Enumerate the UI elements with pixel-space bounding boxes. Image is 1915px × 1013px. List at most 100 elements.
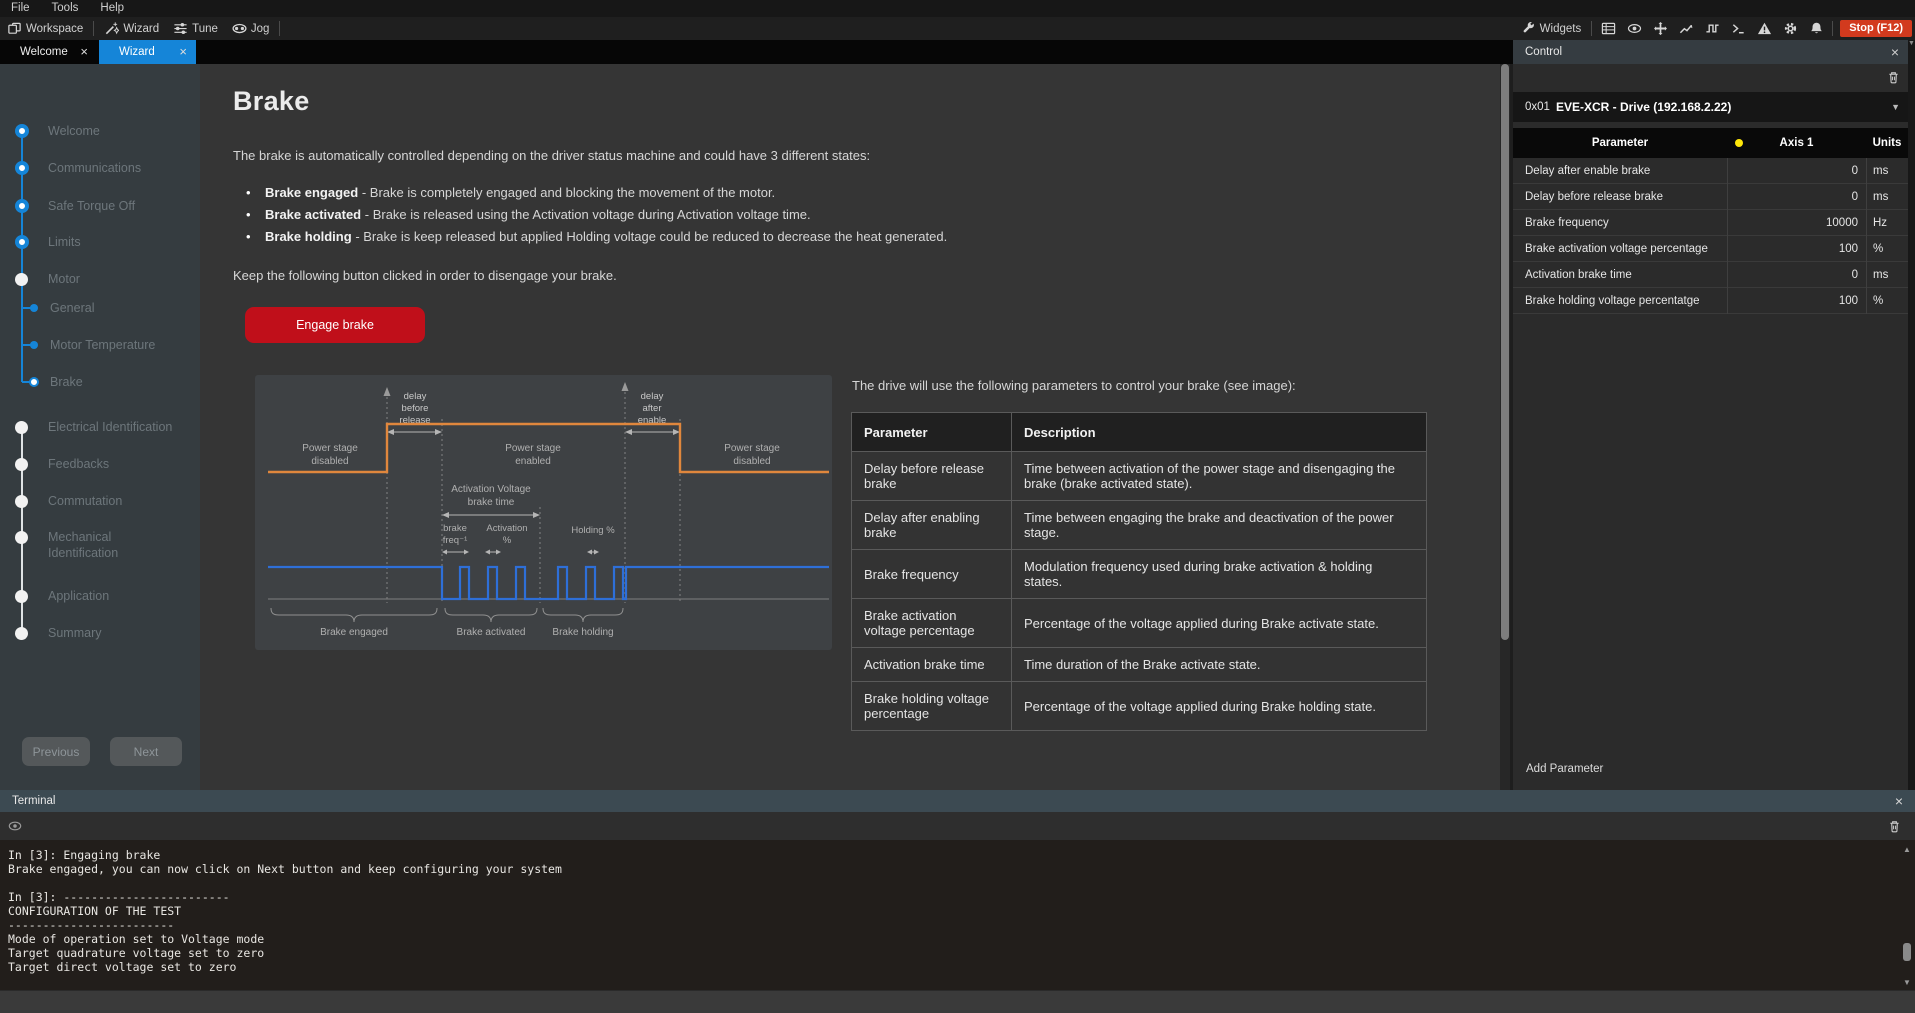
- sidebar-item-application[interactable]: Application: [48, 588, 183, 604]
- param-value[interactable]: 10000: [1727, 210, 1866, 236]
- wizard-steps-sidebar: Welcome Communications Safe Torque Off L…: [0, 64, 200, 790]
- step-dot-commutation[interactable]: [15, 495, 28, 508]
- tune-button[interactable]: Tune: [166, 17, 225, 40]
- param-value[interactable]: 0: [1727, 158, 1866, 184]
- param-name: Delay after enable brake: [1513, 165, 1727, 177]
- step-dot-summary[interactable]: [15, 627, 28, 640]
- eye-icon[interactable]: [8, 820, 22, 832]
- alerts-button[interactable]: [1751, 17, 1777, 40]
- tab-wizard[interactable]: Wizard ×: [99, 40, 196, 64]
- sidebar-item-limits[interactable]: Limits: [48, 234, 183, 250]
- terminal-scrollbar-thumb[interactable]: [1903, 943, 1911, 961]
- menu-tools[interactable]: Tools: [41, 0, 90, 17]
- stop-button[interactable]: Stop (F12): [1840, 20, 1912, 37]
- notifications-button[interactable]: [1803, 17, 1829, 40]
- trash-icon[interactable]: [1888, 819, 1901, 834]
- control-panel-close-icon[interactable]: ×: [1891, 44, 1899, 60]
- add-parameter-button[interactable]: Add Parameter: [1526, 763, 1603, 775]
- sidebar-item-electrical-identification[interactable]: Electrical Identification: [48, 419, 183, 435]
- tab-welcome[interactable]: Welcome ×: [0, 40, 97, 64]
- sidebar-item-summary[interactable]: Summary: [48, 625, 183, 641]
- wrench-icon: [1521, 21, 1536, 36]
- previous-button[interactable]: Previous: [22, 737, 90, 766]
- next-button[interactable]: Next: [110, 737, 182, 766]
- param-value[interactable]: 0: [1727, 262, 1866, 288]
- parameter-row[interactable]: Delay before release brake 0 ms: [1513, 184, 1908, 210]
- parameter-row[interactable]: Brake holding voltage percentatge 100 %: [1513, 288, 1908, 314]
- parameter-row[interactable]: Activation brake time 0 ms: [1513, 262, 1908, 288]
- sidebar-item-welcome[interactable]: Welcome: [48, 123, 183, 139]
- tab-wizard-close-icon[interactable]: ×: [179, 40, 187, 64]
- main-scrollbar[interactable]: [1500, 64, 1510, 790]
- jog-button[interactable]: Jog: [225, 17, 277, 40]
- sidebar-item-communications[interactable]: Communications: [48, 160, 183, 176]
- step-dot-application[interactable]: [15, 590, 28, 603]
- desc-cell: Modulation frequency used during brake a…: [1012, 550, 1427, 599]
- clear-parameters-button[interactable]: [1887, 70, 1900, 88]
- control-panel-header: Control ×: [1513, 40, 1908, 64]
- tab-welcome-close-icon[interactable]: ×: [80, 40, 88, 64]
- step-dot-electrical-identification[interactable]: [15, 421, 28, 434]
- step-dot-communications[interactable]: [15, 161, 29, 175]
- sidebar-item-brake[interactable]: Brake: [50, 374, 185, 390]
- workspace-label: Workspace: [26, 23, 83, 35]
- parameter-row[interactable]: Brake frequency 10000 Hz: [1513, 210, 1908, 236]
- terminal-button[interactable]: [1725, 17, 1751, 40]
- sidebar-item-general[interactable]: General: [50, 300, 185, 316]
- brake-parameters-table: Parameter Description Delay before relea…: [851, 412, 1427, 731]
- motion-button[interactable]: [1647, 17, 1673, 40]
- param-value[interactable]: 0: [1727, 184, 1866, 210]
- step-dot-safe-torque-off[interactable]: [15, 199, 29, 213]
- table-icon: [1601, 21, 1616, 36]
- param-value[interactable]: 100: [1727, 236, 1866, 262]
- step-dot-motor[interactable]: [15, 273, 28, 286]
- workspace-icon: [7, 21, 22, 36]
- scope-button[interactable]: [1673, 17, 1699, 40]
- sidebar-item-motor[interactable]: Motor: [48, 271, 183, 287]
- step-dot-motor-temperature[interactable]: [30, 341, 38, 349]
- table-widget-button[interactable]: [1595, 17, 1621, 40]
- terminal-output[interactable]: In [3]: Engaging brake Brake engaged, yo…: [0, 840, 1915, 990]
- terminal-close-icon[interactable]: ×: [1895, 793, 1903, 809]
- step-dot-limits[interactable]: [15, 235, 29, 249]
- step-dot-welcome[interactable]: [15, 124, 29, 138]
- menu-file[interactable]: File: [0, 0, 41, 17]
- terminal-scrollbar[interactable]: ▲ ▼: [1902, 845, 1912, 987]
- table-row: Brake frequency Modulation frequency use…: [852, 550, 1427, 599]
- table-row: Brake holding voltage percentage Percent…: [852, 682, 1427, 731]
- right-edge-scroll-strip[interactable]: ▼: [1908, 40, 1915, 790]
- sidebar-item-commutation[interactable]: Commutation: [48, 493, 183, 509]
- step-dot-mechanical-identification[interactable]: [15, 531, 28, 544]
- terminal-input-strip[interactable]: [0, 990, 1915, 1013]
- drive-selector[interactable]: 0x01 EVE-XCR - Drive (192.168.2.22) ▼: [1513, 92, 1908, 122]
- engage-brake-button[interactable]: Engage brake: [245, 307, 425, 343]
- menu-help[interactable]: Help: [89, 0, 135, 17]
- signal-button[interactable]: [1699, 17, 1725, 40]
- param-unit: %: [1866, 236, 1908, 262]
- terminal-line: ------------------------: [8, 918, 1915, 932]
- parameter-row[interactable]: Delay after enable brake 0 ms: [1513, 158, 1908, 184]
- scroll-down-icon[interactable]: ▼: [1902, 978, 1912, 987]
- menu-bar: File Tools Help: [0, 0, 1915, 17]
- sidebar-item-safe-torque-off[interactable]: Safe Torque Off: [48, 198, 183, 214]
- desc-cell: Time duration of the Brake activate stat…: [1012, 648, 1427, 682]
- wizard-button[interactable]: Wizard: [97, 17, 166, 40]
- workspace-button[interactable]: Workspace: [0, 17, 90, 40]
- sidebar-item-feedbacks[interactable]: Feedbacks: [48, 456, 183, 472]
- scroll-up-icon[interactable]: ▲: [1902, 845, 1912, 854]
- param-value[interactable]: 100: [1727, 288, 1866, 314]
- main-scrollbar-thumb[interactable]: [1501, 64, 1509, 640]
- step-dot-brake-current[interactable]: [29, 377, 39, 387]
- step-dot-general[interactable]: [30, 304, 38, 312]
- column-header-parameter: Parameter: [852, 413, 1012, 452]
- sidebar-item-motor-temperature[interactable]: Motor Temperature: [50, 337, 185, 353]
- watcher-button[interactable]: [1621, 17, 1647, 40]
- diagram-phase-label: Brake holding: [552, 627, 613, 638]
- step-dot-feedbacks[interactable]: [15, 458, 28, 471]
- widgets-button[interactable]: Widgets: [1514, 17, 1589, 40]
- parameter-row[interactable]: Brake activation voltage percentage 100 …: [1513, 236, 1908, 262]
- terminal-header: Terminal ×: [0, 790, 1915, 812]
- diagram-label: delay: [641, 391, 664, 402]
- settings-button[interactable]: [1777, 17, 1803, 40]
- sidebar-item-mechanical-identification[interactable]: Mechanical Identification: [48, 529, 168, 561]
